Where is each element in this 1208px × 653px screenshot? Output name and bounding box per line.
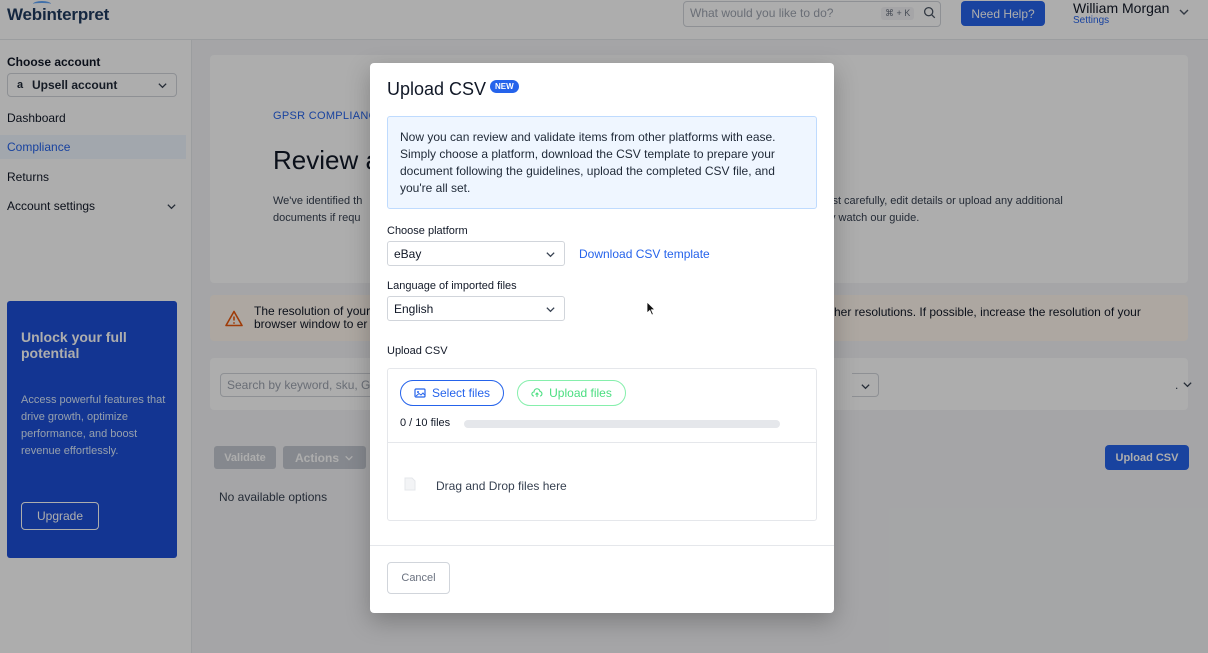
language-label: Language of imported files bbox=[387, 280, 517, 292]
select-files-button[interactable]: Select files bbox=[400, 380, 504, 406]
language-select-value: English bbox=[394, 301, 434, 316]
download-csv-template-link[interactable]: Download CSV template bbox=[579, 247, 710, 261]
image-icon bbox=[414, 388, 426, 398]
upload-csv-label: Upload CSV bbox=[387, 345, 448, 357]
platform-label: Choose platform bbox=[387, 225, 468, 237]
select-files-label: Select files bbox=[431, 386, 491, 400]
modal-footer: Cancel bbox=[370, 545, 834, 613]
platform-select-value: eBay bbox=[394, 246, 422, 261]
cloud-upload-icon bbox=[531, 388, 543, 397]
upload-csv-modal: Upload CSV NEW Now you can review and va… bbox=[370, 63, 834, 613]
chevron-down-icon bbox=[546, 307, 555, 313]
drop-zone[interactable]: Drag and Drop files here bbox=[388, 442, 816, 521]
file-icon bbox=[404, 477, 416, 491]
drop-zone-text: Drag and Drop files here bbox=[436, 479, 567, 493]
info-box: Now you can review and validate items fr… bbox=[387, 116, 817, 209]
upload-files-label: Upload files bbox=[549, 386, 612, 400]
cancel-button[interactable]: Cancel bbox=[387, 562, 450, 594]
upload-progress-bar bbox=[464, 420, 780, 428]
platform-select[interactable]: eBay bbox=[387, 241, 565, 266]
chevron-down-icon bbox=[546, 252, 555, 258]
language-select[interactable]: English bbox=[387, 296, 565, 321]
upload-area: Select files Upload files 0 / 10 files D… bbox=[387, 368, 817, 521]
new-badge: NEW bbox=[490, 80, 519, 93]
modal-title: Upload CSV bbox=[387, 79, 487, 99]
files-count: 0 / 10 files bbox=[400, 417, 451, 429]
upload-files-button[interactable]: Upload files bbox=[517, 380, 626, 406]
cursor-icon bbox=[646, 301, 656, 316]
